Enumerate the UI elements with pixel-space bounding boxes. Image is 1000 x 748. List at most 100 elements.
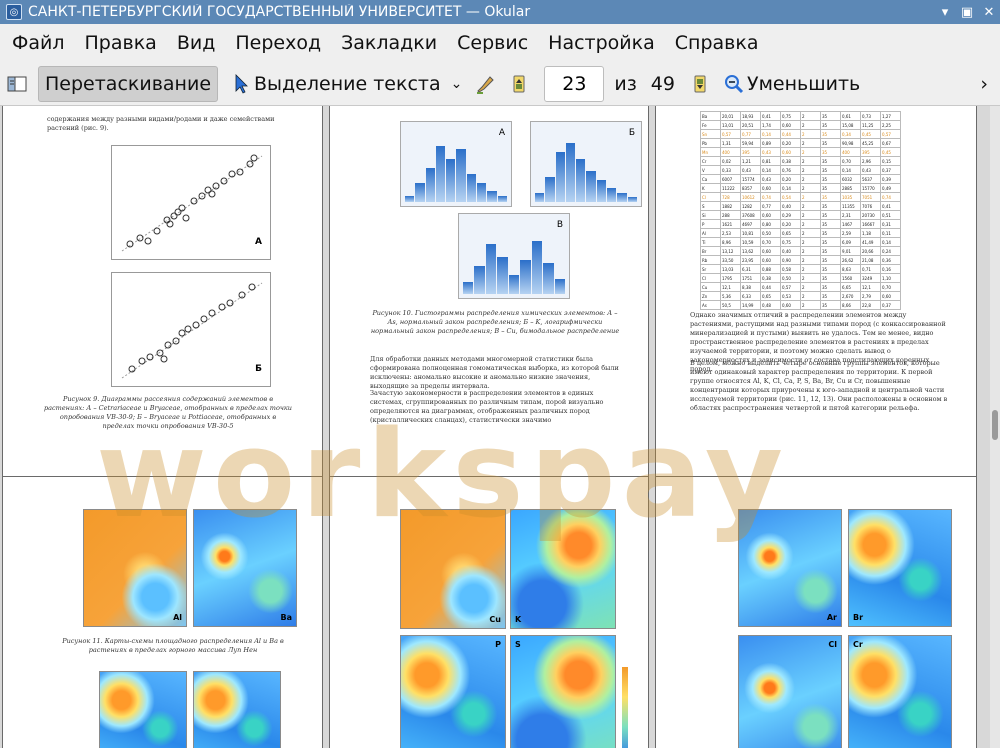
table-cell: 0,43 (860, 165, 881, 175)
table-cell: 35 (820, 111, 841, 121)
zoom-out-button[interactable]: Уменьшить (717, 66, 866, 102)
table-cell: 2 (800, 228, 821, 238)
table-cell: 0,14 (760, 129, 781, 139)
table-cell: 1795 (720, 273, 741, 283)
next-page-button[interactable] (683, 66, 717, 102)
table-cell: Sn (700, 129, 721, 139)
table-cell: 8,96 (720, 237, 741, 247)
table-cell: Cl (700, 273, 721, 283)
menu-view[interactable]: Вид (167, 24, 226, 62)
table-cell: 90,98 (840, 138, 861, 148)
page-of-label: из (614, 72, 637, 95)
table-cell: 1467 (840, 219, 861, 229)
table-cell: Cu (700, 282, 721, 292)
menu-edit[interactable]: Правка (75, 24, 167, 62)
table-row: Ti 8,96 10,59 0,70 0,75 2 35 6,09 41,49 0,14 (700, 237, 901, 247)
table-cell: 41,49 (860, 237, 881, 247)
table-cell: 2 (800, 156, 821, 166)
menu-tools[interactable]: Сервис (447, 24, 538, 62)
browse-tool-button[interactable]: Перетаскивание (38, 65, 219, 102)
table-cell: 288 (720, 210, 741, 220)
table-cell: 0,70 (880, 282, 901, 292)
table-row: K 11222 8357 0,60 0,14 2 35 2885 15770 0,49 (700, 183, 901, 193)
document-viewport[interactable]: содержания между разными видами/родами и… (0, 106, 990, 748)
menu-help[interactable]: Справка (665, 24, 769, 62)
cursor-arrow-icon (230, 73, 252, 95)
menu-go[interactable]: Переход (225, 24, 331, 62)
table-cell: 0,65 (760, 291, 781, 301)
table-cell: 2885 (840, 183, 861, 193)
table-cell: 0,70 (760, 237, 781, 247)
table-cell: 2 (800, 174, 821, 184)
menu-file[interactable]: Файл (0, 24, 75, 62)
menu-settings[interactable]: Настройка (538, 24, 665, 62)
table-cell: 0,57 (720, 129, 741, 139)
table-cell: Pb (700, 138, 721, 148)
table-cell: K (700, 183, 721, 193)
table-cell: 2,79 (860, 291, 881, 301)
page-down-icon (689, 73, 711, 95)
table-cell: Cl (700, 192, 721, 202)
scatter-b-label: Б (255, 364, 262, 374)
table-cell: 2 (800, 237, 821, 247)
table-cell: 0,29 (780, 210, 801, 220)
table-cell: 0,15 (880, 156, 901, 166)
table-cell: 26,62 (840, 255, 861, 265)
table-cell: 0,37 (880, 300, 901, 310)
table-cell: 35 (820, 147, 841, 157)
table-cell: 1751 (740, 273, 761, 283)
table-cell: 13,03 (720, 264, 741, 274)
toolbar-overflow-button[interactable]: › (974, 66, 994, 102)
table-cell: 0,73 (860, 111, 881, 121)
figure-11-caption: Рисунок 11. Карты-схемы площадного распр… (62, 637, 284, 654)
table-cell: 22,8 (860, 300, 881, 310)
table-cell: 6,31 (740, 264, 761, 274)
table-cell: 5,36 (720, 291, 741, 301)
sidebar-toggle-button[interactable] (0, 66, 34, 102)
table-cell: 2 (800, 192, 821, 202)
page-26[interactable]: Cu K P S (329, 476, 649, 748)
table-cell: 16667 (860, 219, 881, 229)
table-cell: 50,5 (720, 300, 741, 310)
page-number-input[interactable] (544, 65, 605, 102)
table-cell: 0,81 (760, 156, 781, 166)
chevron-down-icon[interactable]: ⌄ (451, 76, 463, 92)
table-cell: 2 (800, 273, 821, 283)
scrollbar-thumb[interactable] (992, 410, 998, 440)
table-row: Rb 33,50 23,95 0,60 0,90 2 35 26,62 21,08 0,36 (700, 255, 901, 265)
table-cell: 0,90 (780, 255, 801, 265)
table-cell: P (700, 219, 721, 229)
page-25[interactable]: Al Ba Рисунок 11. Карты-схемы площадного… (2, 476, 323, 748)
table-cell: 1,31 (720, 138, 741, 148)
close-icon[interactable]: ✕ (978, 5, 1000, 20)
table-cell: 0,60 (780, 120, 801, 130)
table-cell: 2 (800, 120, 821, 130)
table-cell: 1282 (740, 201, 761, 211)
text-selection-tool-button[interactable]: Выделение текста ⌄ (224, 66, 468, 102)
minimize-icon[interactable]: ▾ (934, 5, 956, 20)
table-cell: 8,63 (840, 264, 861, 274)
table-cell: 2,59 (840, 228, 861, 238)
table-cell: 35 (820, 264, 841, 274)
page-23-paragraph-2: Зачастую закономерности в распределении … (370, 389, 604, 424)
table-cell: 0,60 (760, 183, 781, 193)
table-row: Cl 1795 1751 0,38 0,50 2 35 1560 3249 1,10 (700, 273, 901, 283)
previous-page-button[interactable] (502, 66, 536, 102)
menu-bookmarks[interactable]: Закладки (331, 24, 447, 62)
table-row: Cu 12,1 8,38 0,44 0,57 2 35 6,65 12,1 0,70 (700, 282, 901, 292)
table-cell: 8,38 (740, 282, 761, 292)
table-cell: 8,66 (840, 300, 861, 310)
table-cell: 1,27 (880, 111, 901, 121)
table-cell: 2 (800, 246, 821, 256)
maximize-icon[interactable]: ▣ (956, 5, 978, 20)
table-cell: V (700, 165, 721, 175)
color-scale-bar (622, 667, 628, 748)
map-p: P (400, 635, 506, 748)
browse-tool-label: Перетаскивание (45, 72, 212, 95)
page-27[interactable]: Ar Br Cl Cr (655, 476, 977, 748)
table-cell: Rb (700, 255, 721, 265)
annotations-button[interactable] (468, 66, 502, 102)
table-cell: 13,01 (720, 120, 741, 130)
table-cell: 14,99 (740, 300, 761, 310)
vertical-scrollbar[interactable] (990, 106, 1000, 748)
